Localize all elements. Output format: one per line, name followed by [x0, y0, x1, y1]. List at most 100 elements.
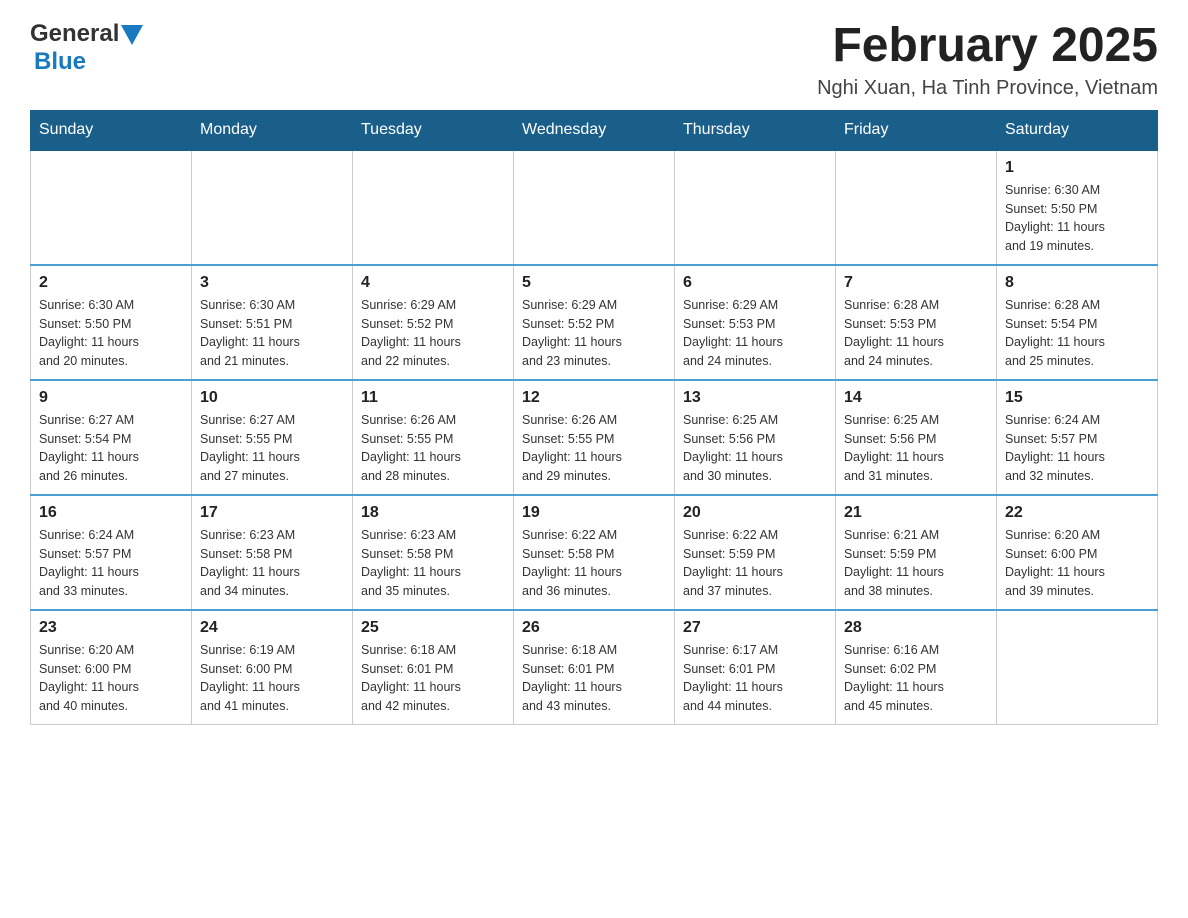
day-info: Sunrise: 6:23 AM Sunset: 5:58 PM Dayligh…: [361, 526, 505, 601]
calendar-cell: 22 Sunrise: 6:20 AM Sunset: 6:00 PM Dayli…: [997, 495, 1158, 610]
day-info: Sunrise: 6:24 AM Sunset: 5:57 PM Dayligh…: [39, 526, 183, 601]
day-info: Sunrise: 6:20 AM Sunset: 6:00 PM Dayligh…: [39, 641, 183, 716]
day-number: 2: [39, 274, 183, 292]
calendar-cell: 2 Sunrise: 6:30 AM Sunset: 5:50 PM Daylig…: [31, 265, 192, 380]
day-info: Sunrise: 6:20 AM Sunset: 6:00 PM Dayligh…: [1005, 526, 1149, 601]
calendar-cell: [675, 150, 836, 265]
calendar-table: SundayMondayTuesdayWednesdayThursdayFrid…: [30, 110, 1158, 725]
location-subtitle: Nghi Xuan, Ha Tinh Province, Vietnam: [817, 77, 1158, 100]
calendar-cell: 10 Sunrise: 6:27 AM Sunset: 5:55 PM Dayli…: [192, 380, 353, 495]
calendar-week-row: 2 Sunrise: 6:30 AM Sunset: 5:50 PM Daylig…: [31, 265, 1158, 380]
month-year-title: February 2025: [817, 20, 1158, 73]
day-number: 26: [522, 619, 666, 637]
day-info: Sunrise: 6:30 AM Sunset: 5:50 PM Dayligh…: [39, 296, 183, 371]
logo: General Blue: [30, 20, 143, 76]
logo-general-text: General: [30, 20, 119, 48]
day-number: 25: [361, 619, 505, 637]
day-info: Sunrise: 6:27 AM Sunset: 5:54 PM Dayligh…: [39, 411, 183, 486]
calendar-cell: 19Sunrise: 6:22 AM Sunset: 5:58 PM Dayli…: [514, 495, 675, 610]
calendar-cell: 17 Sunrise: 6:23 AM Sunset: 5:58 PM Dayli…: [192, 495, 353, 610]
day-info: Sunrise: 6:18 AM Sunset: 6:01 PM Dayligh…: [522, 641, 666, 716]
day-info: Sunrise: 6:29 AM Sunset: 5:52 PM Dayligh…: [522, 296, 666, 371]
day-number: 12: [522, 389, 666, 407]
calendar-day-header: Saturday: [997, 110, 1158, 150]
calendar-cell: 14 Sunrise: 6:25 AM Sunset: 5:56 PM Dayli…: [836, 380, 997, 495]
calendar-week-row: 9 Sunrise: 6:27 AM Sunset: 5:54 PM Daylig…: [31, 380, 1158, 495]
calendar-cell: 5 Sunrise: 6:29 AM Sunset: 5:52 PM Daylig…: [514, 265, 675, 380]
day-number: 3: [200, 274, 344, 292]
day-info: Sunrise: 6:28 AM Sunset: 5:53 PM Dayligh…: [844, 296, 988, 371]
day-number: 6: [683, 274, 827, 292]
calendar-day-header: Sunday: [31, 110, 192, 150]
calendar-cell: [192, 150, 353, 265]
day-number: 4: [361, 274, 505, 292]
day-number: 1: [1005, 159, 1149, 177]
calendar-cell: 27Sunrise: 6:17 AM Sunset: 6:01 PM Dayli…: [675, 610, 836, 725]
day-info: Sunrise: 6:18 AM Sunset: 6:01 PM Dayligh…: [361, 641, 505, 716]
calendar-week-row: 23 Sunrise: 6:20 AM Sunset: 6:00 PM Dayli…: [31, 610, 1158, 725]
calendar-week-row: 1 Sunrise: 6:30 AM Sunset: 5:50 PM Daylig…: [31, 150, 1158, 265]
logo-triangle-icon: [121, 25, 143, 45]
day-number: 18: [361, 504, 505, 522]
calendar-cell: 13Sunrise: 6:25 AM Sunset: 5:56 PM Dayli…: [675, 380, 836, 495]
day-number: 8: [1005, 274, 1149, 292]
day-info: Sunrise: 6:25 AM Sunset: 5:56 PM Dayligh…: [844, 411, 988, 486]
calendar-cell: 12 Sunrise: 6:26 AM Sunset: 5:55 PM Dayli…: [514, 380, 675, 495]
calendar-day-header: Monday: [192, 110, 353, 150]
day-info: Sunrise: 6:22 AM Sunset: 5:58 PM Dayligh…: [522, 526, 666, 601]
day-info: Sunrise: 6:30 AM Sunset: 5:50 PM Dayligh…: [1005, 181, 1149, 256]
calendar-cell: 15 Sunrise: 6:24 AM Sunset: 5:57 PM Dayli…: [997, 380, 1158, 495]
calendar-cell: 20 Sunrise: 6:22 AM Sunset: 5:59 PM Dayli…: [675, 495, 836, 610]
calendar-cell: 18 Sunrise: 6:23 AM Sunset: 5:58 PM Dayli…: [353, 495, 514, 610]
day-number: 23: [39, 619, 183, 637]
day-info: Sunrise: 6:23 AM Sunset: 5:58 PM Dayligh…: [200, 526, 344, 601]
day-number: 16: [39, 504, 183, 522]
logo-blue-text: Blue: [34, 48, 86, 75]
day-info: Sunrise: 6:29 AM Sunset: 5:52 PM Dayligh…: [361, 296, 505, 371]
calendar-cell: 6 Sunrise: 6:29 AM Sunset: 5:53 PM Daylig…: [675, 265, 836, 380]
calendar-cell: 23 Sunrise: 6:20 AM Sunset: 6:00 PM Dayli…: [31, 610, 192, 725]
day-info: Sunrise: 6:27 AM Sunset: 5:55 PM Dayligh…: [200, 411, 344, 486]
calendar-cell: 7 Sunrise: 6:28 AM Sunset: 5:53 PM Daylig…: [836, 265, 997, 380]
day-number: 11: [361, 389, 505, 407]
calendar-cell: 8Sunrise: 6:28 AM Sunset: 5:54 PM Daylig…: [997, 265, 1158, 380]
day-number: 24: [200, 619, 344, 637]
calendar-header-row: SundayMondayTuesdayWednesdayThursdayFrid…: [31, 110, 1158, 150]
calendar-cell: [514, 150, 675, 265]
day-info: Sunrise: 6:19 AM Sunset: 6:00 PM Dayligh…: [200, 641, 344, 716]
day-info: Sunrise: 6:24 AM Sunset: 5:57 PM Dayligh…: [1005, 411, 1149, 486]
day-number: 14: [844, 389, 988, 407]
calendar-cell: 4 Sunrise: 6:29 AM Sunset: 5:52 PM Daylig…: [353, 265, 514, 380]
day-number: 17: [200, 504, 344, 522]
calendar-cell: 3 Sunrise: 6:30 AM Sunset: 5:51 PM Daylig…: [192, 265, 353, 380]
calendar-cell: [31, 150, 192, 265]
calendar-week-row: 16 Sunrise: 6:24 AM Sunset: 5:57 PM Dayli…: [31, 495, 1158, 610]
day-number: 13: [683, 389, 827, 407]
day-info: Sunrise: 6:29 AM Sunset: 5:53 PM Dayligh…: [683, 296, 827, 371]
page-header: General Blue February 2025 Nghi Xuan, Ha…: [30, 20, 1158, 100]
calendar-cell: 24 Sunrise: 6:19 AM Sunset: 6:00 PM Dayli…: [192, 610, 353, 725]
calendar-cell: 11Sunrise: 6:26 AM Sunset: 5:55 PM Dayli…: [353, 380, 514, 495]
calendar-day-header: Tuesday: [353, 110, 514, 150]
day-info: Sunrise: 6:21 AM Sunset: 5:59 PM Dayligh…: [844, 526, 988, 601]
day-number: 5: [522, 274, 666, 292]
day-number: 15: [1005, 389, 1149, 407]
day-number: 20: [683, 504, 827, 522]
day-number: 28: [844, 619, 988, 637]
calendar-day-header: Wednesday: [514, 110, 675, 150]
calendar-cell: [997, 610, 1158, 725]
calendar-cell: [836, 150, 997, 265]
calendar-day-header: Thursday: [675, 110, 836, 150]
calendar-day-header: Friday: [836, 110, 997, 150]
calendar-cell: 16 Sunrise: 6:24 AM Sunset: 5:57 PM Dayli…: [31, 495, 192, 610]
calendar-cell: 28 Sunrise: 6:16 AM Sunset: 6:02 PM Dayli…: [836, 610, 997, 725]
calendar-cell: 26 Sunrise: 6:18 AM Sunset: 6:01 PM Dayli…: [514, 610, 675, 725]
day-info: Sunrise: 6:30 AM Sunset: 5:51 PM Dayligh…: [200, 296, 344, 371]
day-info: Sunrise: 6:22 AM Sunset: 5:59 PM Dayligh…: [683, 526, 827, 601]
day-number: 22: [1005, 504, 1149, 522]
day-number: 10: [200, 389, 344, 407]
day-number: 7: [844, 274, 988, 292]
day-info: Sunrise: 6:26 AM Sunset: 5:55 PM Dayligh…: [522, 411, 666, 486]
day-number: 9: [39, 389, 183, 407]
day-info: Sunrise: 6:16 AM Sunset: 6:02 PM Dayligh…: [844, 641, 988, 716]
